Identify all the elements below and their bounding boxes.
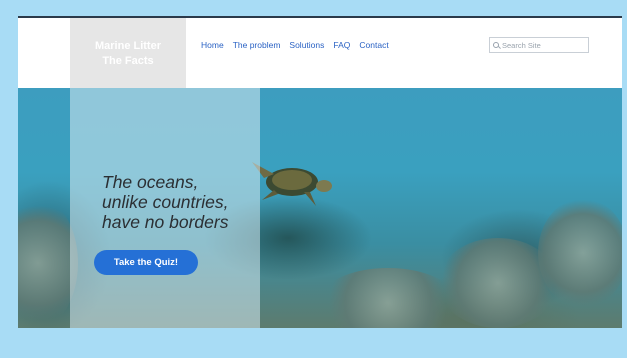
logo-subtitle: The Facts [102, 55, 154, 67]
coral-reef [318, 268, 458, 328]
nav-contact[interactable]: Contact [359, 40, 388, 50]
nav-home[interactable]: Home [201, 40, 224, 50]
search-icon [493, 41, 500, 49]
website-viewport: Marine Litter The Facts Home The problem… [18, 16, 622, 328]
hero-banner: The oceans, unlike countries, have no bo… [18, 88, 622, 328]
site-logo[interactable]: Marine Litter The Facts [70, 18, 186, 90]
search-input[interactable] [502, 40, 586, 50]
hero-headline: The oceans, unlike countries, have no bo… [102, 172, 272, 232]
site-header: Marine Litter The Facts Home The problem… [18, 16, 622, 90]
headline-line: The oceans, [102, 172, 199, 192]
logo-title: Marine Litter [94, 40, 161, 52]
coral-reef [538, 198, 622, 308]
nav-solutions[interactable]: Solutions [289, 40, 324, 50]
nav-the-problem[interactable]: The problem [233, 40, 281, 50]
headline-line: unlike countries, [102, 192, 229, 212]
search-box[interactable] [489, 37, 589, 53]
coral-reef [18, 198, 78, 328]
nav-faq[interactable]: FAQ [333, 40, 350, 50]
headline-line: have no borders [102, 212, 229, 232]
take-quiz-button[interactable]: Take the Quiz! [94, 250, 198, 275]
main-nav: Home The problem Solutions FAQ Contact [201, 40, 389, 50]
